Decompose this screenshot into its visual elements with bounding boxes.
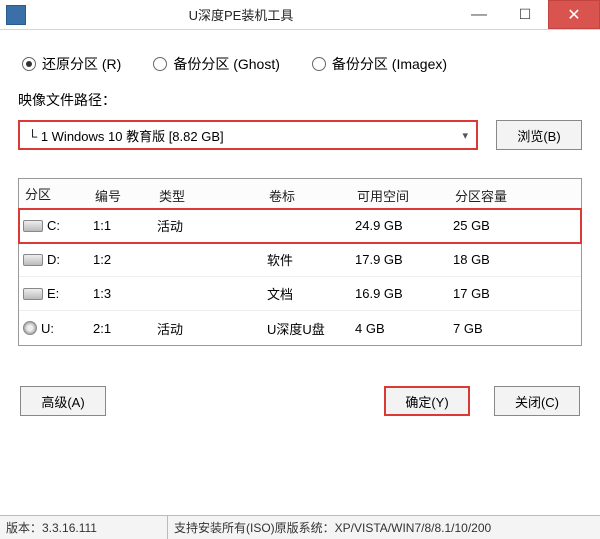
table-row[interactable]: D: 1:2 软件17.9 GB18 GB: [19, 243, 581, 277]
bottom-right-buttons: 确定(Y) 关闭(C): [384, 386, 580, 416]
cell-capacity: 18 GB: [453, 252, 549, 267]
cell-capacity: 25 GB: [453, 218, 549, 233]
status-support: 支持安装所有(ISO)原版系统：XP/VISTA/WIN7/8/8.1/10/2…: [168, 519, 600, 536]
partition-table: 分区 编号 类型 卷标 可用空间 分区容量 C:1:1活动24.9 GB25 G…: [18, 178, 582, 346]
table-header: 分区 编号 类型 卷标 可用空间 分区容量: [19, 179, 581, 209]
close-button[interactable]: 关闭(C): [494, 386, 580, 416]
app-icon: [6, 5, 26, 25]
cell-partition: U:: [41, 321, 54, 336]
bottom-button-row: 高级(A) 确定(Y) 关闭(C): [18, 386, 582, 416]
cell-number: 2:1: [93, 321, 157, 336]
radio-backup-imagex[interactable]: 备份分区 (Imagex): [312, 54, 447, 74]
cell-avail: 4 GB: [355, 321, 453, 336]
th-avail[interactable]: 可用空间: [351, 179, 449, 208]
th-capacity[interactable]: 分区容量: [449, 179, 545, 208]
hdd-icon: [23, 288, 43, 300]
window-buttons: ― ☐ ✕: [456, 0, 600, 29]
statusbar: 版本：3.3.16.111 支持安装所有(ISO)原版系统：XP/VISTA/W…: [0, 515, 600, 539]
cell-number: 1:1: [93, 218, 157, 233]
hdd-icon: [23, 254, 43, 266]
cell-avail: 16.9 GB: [355, 286, 453, 301]
cell-capacity: 17 GB: [453, 286, 549, 301]
minimize-button[interactable]: ―: [456, 0, 502, 29]
radio-icon: [153, 57, 167, 71]
cell-number: 1:2: [93, 252, 157, 267]
cell-label: 文档: [267, 284, 355, 303]
hdd-icon: [23, 220, 43, 232]
th-type[interactable]: 类型: [153, 179, 263, 208]
dropdown-value: └ 1 Windows 10 教育版 [8.82 GB]: [28, 126, 224, 145]
table-row[interactable]: E: 1:3 文档16.9 GB17 GB: [19, 277, 581, 311]
radio-label: 备份分区 (Imagex): [332, 54, 447, 74]
mode-radio-group: 还原分区 (R) 备份分区 (Ghost) 备份分区 (Imagex): [18, 44, 582, 90]
status-version: 版本：3.3.16.111: [0, 516, 168, 539]
cell-label: 软件: [267, 250, 355, 269]
cell-type: 活动: [157, 216, 267, 235]
radio-icon: [22, 57, 36, 71]
table-body: C:1:1活动24.9 GB25 GBD:1:2软件17.9 GB18 GBE:…: [19, 209, 581, 345]
radio-label: 还原分区 (R): [42, 54, 121, 74]
table-row[interactable]: C: 1:1活动 24.9 GB25 GB: [19, 209, 581, 243]
cell-label: U深度U盘: [267, 319, 355, 338]
cell-type: 活动: [157, 319, 267, 338]
th-number[interactable]: 编号: [89, 179, 153, 208]
window-title: U深度PE装机工具: [26, 5, 456, 24]
radio-backup-ghost[interactable]: 备份分区 (Ghost): [153, 54, 280, 74]
image-path-row: └ 1 Windows 10 教育版 [8.82 GB] ▾ 浏览(B): [18, 120, 582, 150]
maximize-button[interactable]: ☐: [502, 0, 548, 29]
cell-number: 1:3: [93, 286, 157, 301]
optical-drive-icon: [23, 321, 37, 335]
radio-icon: [312, 57, 326, 71]
cell-partition: E:: [47, 286, 59, 301]
cell-partition: C:: [47, 218, 60, 233]
th-label[interactable]: 卷标: [263, 179, 351, 208]
th-partition[interactable]: 分区: [19, 179, 89, 208]
close-window-button[interactable]: ✕: [548, 0, 600, 29]
radio-label: 备份分区 (Ghost): [173, 54, 280, 74]
table-row[interactable]: U: 2:1活动U深度U盘4 GB7 GB: [19, 311, 581, 345]
cell-partition: D:: [47, 252, 60, 267]
chevron-down-icon: ▾: [462, 129, 468, 142]
advanced-button[interactable]: 高级(A): [20, 386, 106, 416]
titlebar: U深度PE装机工具 ― ☐ ✕: [0, 0, 600, 30]
image-path-dropdown[interactable]: └ 1 Windows 10 教育版 [8.82 GB] ▾: [18, 120, 478, 150]
ok-button[interactable]: 确定(Y): [384, 386, 470, 416]
cell-capacity: 7 GB: [453, 321, 549, 336]
content-area: 还原分区 (R) 备份分区 (Ghost) 备份分区 (Imagex) 映像文件…: [0, 30, 600, 424]
cell-avail: 24.9 GB: [355, 218, 453, 233]
browse-button[interactable]: 浏览(B): [496, 120, 582, 150]
cell-avail: 17.9 GB: [355, 252, 453, 267]
image-path-label: 映像文件路径：: [18, 90, 582, 110]
radio-restore[interactable]: 还原分区 (R): [22, 54, 121, 74]
